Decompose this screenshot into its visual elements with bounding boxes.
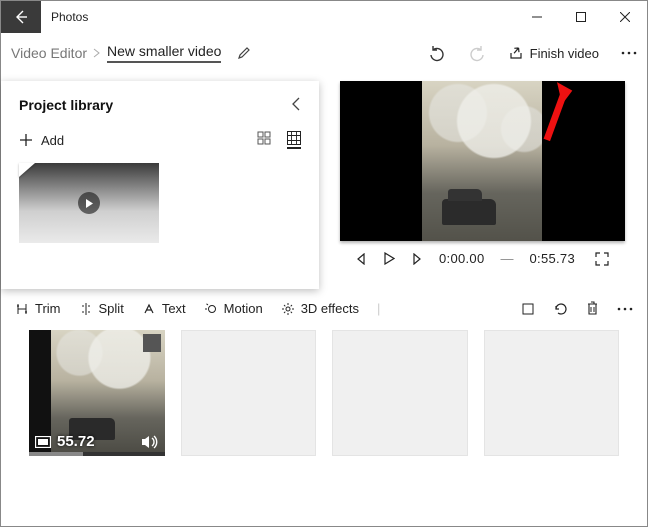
step-forward-icon bbox=[411, 253, 423, 265]
project-library-panel: Project library Add bbox=[1, 81, 319, 289]
clip-dogear-icon bbox=[19, 163, 35, 177]
split-button[interactable]: Split bbox=[79, 301, 124, 316]
play-icon bbox=[383, 252, 395, 265]
speaker-icon bbox=[141, 434, 159, 450]
toolbar-separator: | bbox=[377, 301, 380, 316]
ellipsis-icon bbox=[621, 51, 637, 55]
project-library-title: Project library bbox=[19, 97, 301, 113]
clip-edit-toolbar: Trim Split Text Motion 3D effects | bbox=[1, 301, 647, 316]
plus-icon bbox=[19, 133, 33, 147]
finish-video-button[interactable]: Finish video bbox=[508, 45, 599, 61]
text-button[interactable]: Text bbox=[142, 301, 186, 316]
rename-button[interactable] bbox=[237, 46, 251, 60]
chevron-right-icon bbox=[93, 48, 101, 58]
collapse-panel-button[interactable] bbox=[291, 97, 301, 111]
trash-icon bbox=[586, 301, 599, 316]
project-name[interactable]: New smaller video bbox=[107, 43, 221, 63]
redo-icon bbox=[468, 44, 486, 62]
breadcrumb-root[interactable]: Video Editor bbox=[11, 45, 87, 61]
duration-card-icon bbox=[35, 436, 51, 448]
arrow-left-icon bbox=[13, 9, 29, 25]
fullscreen-button[interactable] bbox=[595, 252, 609, 266]
video-frame bbox=[422, 81, 542, 241]
rotate-icon bbox=[553, 301, 568, 316]
motion-icon bbox=[204, 302, 218, 316]
storyboard-slot-empty[interactable] bbox=[484, 330, 620, 456]
fullscreen-icon bbox=[595, 252, 609, 266]
more-button[interactable] bbox=[621, 51, 637, 55]
video-preview[interactable] bbox=[340, 81, 625, 241]
time-separator: — bbox=[501, 251, 514, 266]
close-icon bbox=[620, 12, 630, 22]
minimize-button[interactable] bbox=[515, 1, 559, 33]
back-button[interactable] bbox=[1, 1, 41, 33]
trim-button[interactable]: Trim bbox=[15, 301, 61, 316]
grid-small-view-button[interactable] bbox=[257, 131, 271, 149]
clip-progress bbox=[29, 452, 165, 456]
add-label: Add bbox=[41, 133, 64, 148]
pencil-icon bbox=[237, 46, 251, 60]
storyboard: 55.72 bbox=[1, 316, 647, 456]
trim-icon bbox=[15, 302, 29, 316]
storyboard-clip[interactable]: 55.72 bbox=[29, 330, 165, 456]
storyboard-slot-empty[interactable] bbox=[181, 330, 317, 456]
maximize-button[interactable] bbox=[559, 1, 603, 33]
top-toolbar: Video Editor New smaller video Finish vi… bbox=[1, 33, 647, 73]
play-overlay-icon bbox=[78, 192, 100, 214]
export-icon bbox=[508, 45, 524, 61]
undo-icon bbox=[428, 44, 446, 62]
delete-button[interactable] bbox=[586, 301, 599, 316]
step-back-icon bbox=[355, 253, 367, 265]
ellipsis-icon bbox=[617, 307, 633, 311]
grid-large-icon bbox=[287, 131, 301, 145]
play-button[interactable] bbox=[383, 252, 395, 265]
maximize-icon bbox=[576, 12, 586, 22]
clip-checkbox[interactable] bbox=[143, 334, 161, 352]
grid-small-icon bbox=[257, 131, 271, 145]
3d-effects-button[interactable]: 3D effects bbox=[281, 301, 359, 316]
library-clip-thumbnail[interactable] bbox=[19, 163, 159, 243]
breadcrumb: Video Editor New smaller video bbox=[11, 43, 251, 63]
undo-button[interactable] bbox=[428, 44, 446, 62]
resize-button[interactable] bbox=[521, 302, 535, 316]
crop-icon bbox=[521, 302, 535, 316]
storyboard-slot-empty[interactable] bbox=[332, 330, 468, 456]
titlebar: Photos bbox=[1, 1, 647, 33]
motion-button[interactable]: Motion bbox=[204, 301, 263, 316]
split-icon bbox=[79, 302, 93, 316]
clip-volume-button[interactable] bbox=[141, 434, 159, 450]
finish-video-label: Finish video bbox=[530, 46, 599, 61]
current-time: 0:00.00 bbox=[439, 251, 484, 266]
window-title: Photos bbox=[41, 10, 515, 24]
preview-area: 0:00.00 — 0:55.73 bbox=[327, 81, 637, 289]
redo-button[interactable] bbox=[468, 44, 486, 62]
playback-controls: 0:00.00 — 0:55.73 bbox=[340, 251, 625, 266]
3d-effects-icon bbox=[281, 302, 295, 316]
clip-duration: 55.72 bbox=[57, 433, 95, 450]
text-icon bbox=[142, 302, 156, 316]
more-clip-button[interactable] bbox=[617, 307, 633, 311]
close-button[interactable] bbox=[603, 1, 647, 33]
next-frame-button[interactable] bbox=[411, 253, 423, 265]
rotate-button[interactable] bbox=[553, 301, 568, 316]
minimize-icon bbox=[532, 12, 542, 22]
chevron-left-icon bbox=[291, 97, 301, 111]
prev-frame-button[interactable] bbox=[355, 253, 367, 265]
total-time: 0:55.73 bbox=[530, 251, 575, 266]
add-media-button[interactable]: Add bbox=[19, 133, 64, 148]
grid-large-view-button[interactable] bbox=[287, 131, 301, 149]
